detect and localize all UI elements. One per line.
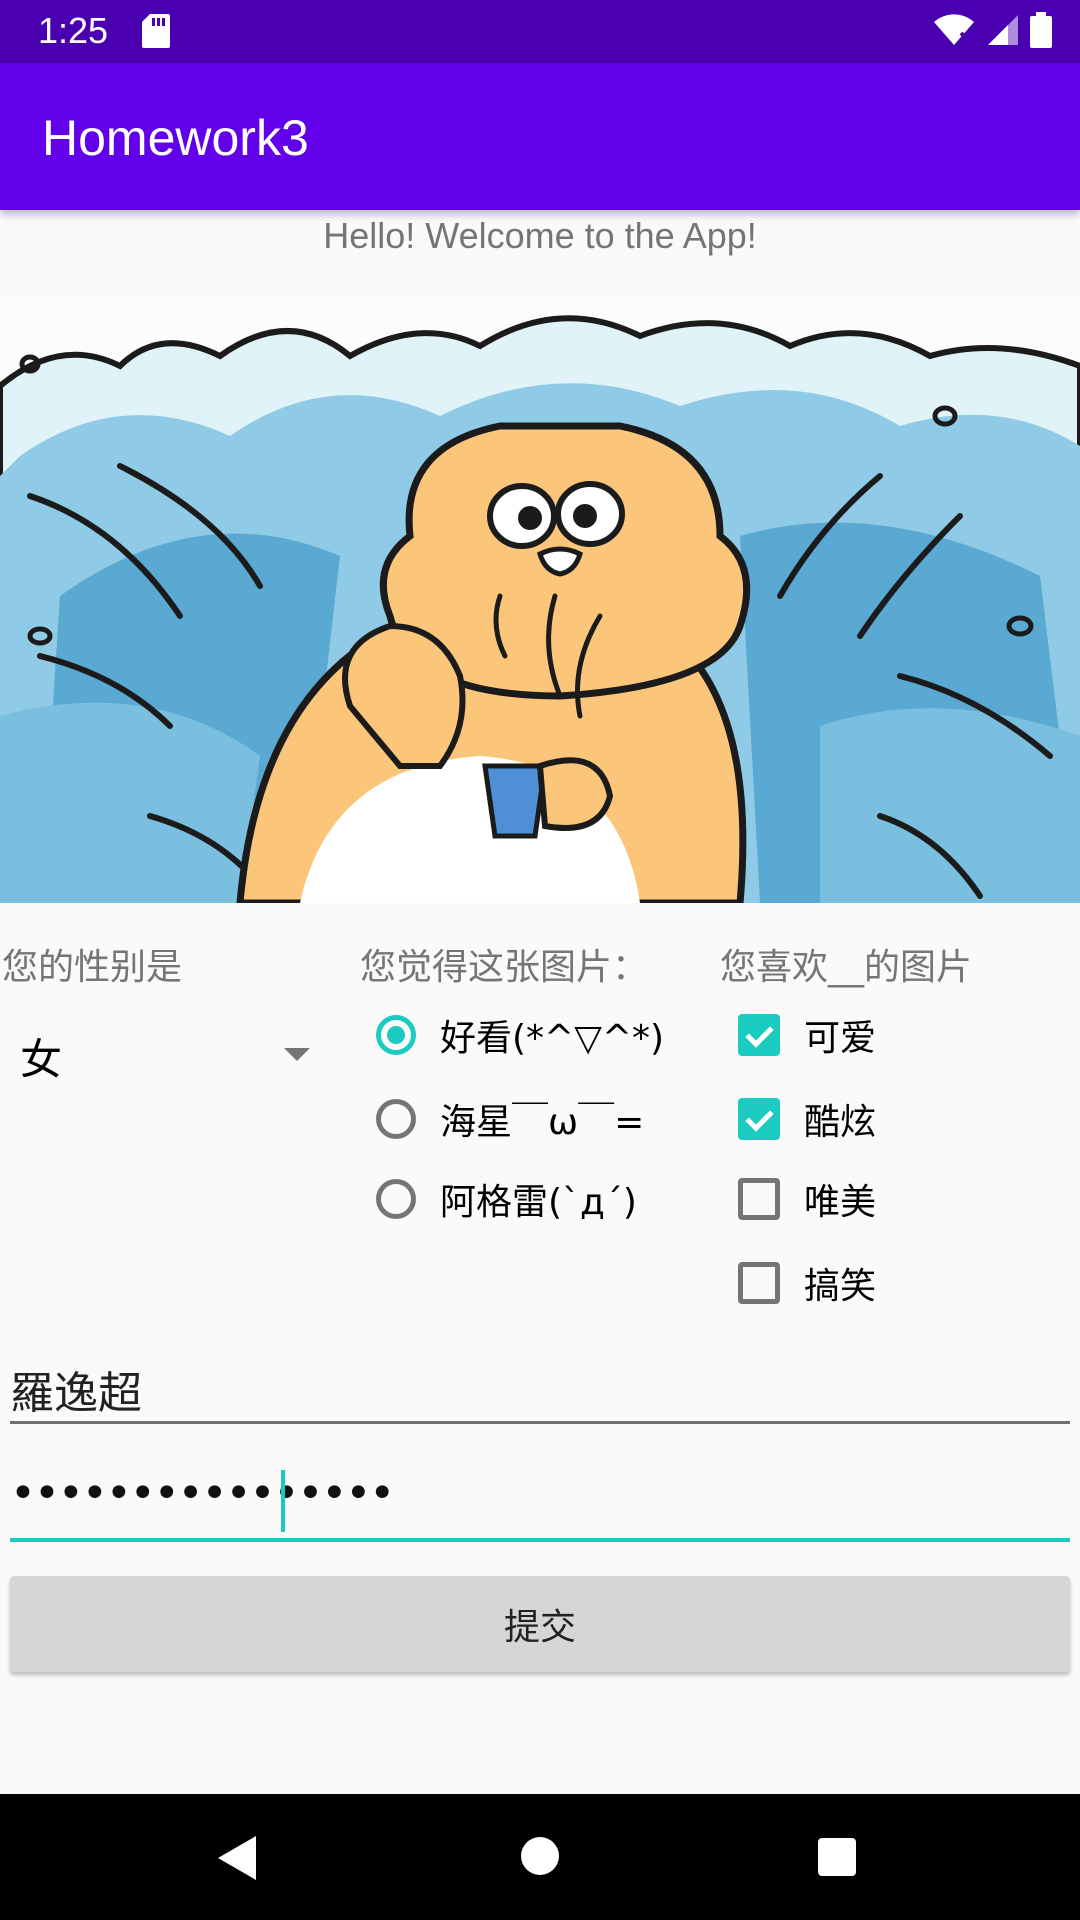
sd-card-icon [142, 14, 170, 52]
rating-option-label: 阿格雷(ˋдˊ) [440, 1182, 637, 1223]
navigation-bar [0, 1794, 1080, 1920]
like-option-label: 酷炫 [804, 1102, 877, 1143]
gender-label: 您的性别是 [2, 947, 183, 988]
name-input[interactable]: 羅逸超 [10, 1345, 1070, 1424]
checkbox-checked-icon[interactable] [738, 1098, 780, 1140]
password-input-value: •••••••••••••••• [10, 1468, 395, 1519]
name-input-value: 羅逸超 [10, 1368, 142, 1419]
password-input[interactable]: •••••••••••••••• [10, 1462, 1070, 1542]
like-option-label: 搞笑 [804, 1266, 877, 1307]
text-cursor [281, 1470, 285, 1532]
app-title: Homework3 [42, 110, 309, 166]
rating-option-label: 好看(*^▽^*) [440, 1018, 665, 1059]
rating-option-angry[interactable]: 阿格雷(ˋдˊ) [372, 1164, 637, 1234]
battery-icon [1030, 12, 1052, 52]
like-option-label: 唯美 [804, 1182, 877, 1223]
cartoon-hamster-image [0, 296, 1080, 903]
like-option-aesthetic[interactable]: 唯美 [734, 1164, 876, 1234]
rating-option-label: 海星￣ω￣= [440, 1102, 645, 1143]
rating-label: 您觉得这张图片： [360, 947, 649, 988]
like-option-label: 可爱 [804, 1018, 877, 1059]
back-icon[interactable] [218, 1836, 256, 1880]
rating-option-good[interactable]: 好看(*^▽^*) [372, 1000, 664, 1070]
checkbox-checked-icon[interactable] [738, 1014, 780, 1056]
signal-icon [986, 13, 1020, 51]
app-bar: Homework3 [0, 63, 1080, 210]
dropdown-arrow-icon [284, 1048, 310, 1061]
gender-spinner[interactable]: 女 [0, 1010, 320, 1090]
checkbox-unchecked-icon[interactable] [738, 1178, 780, 1220]
status-bar: 1:25 [0, 0, 1080, 63]
radio-unselected-icon[interactable] [376, 1099, 416, 1139]
likes-label: 您喜欢__的图片 [720, 947, 973, 988]
welcome-text: Hello! Welcome to the App! [323, 215, 757, 256]
like-option-cute[interactable]: 可爱 [734, 1000, 876, 1070]
submit-button[interactable]: 提交 [10, 1576, 1070, 1672]
radio-selected-icon[interactable] [376, 1015, 416, 1055]
like-option-cool[interactable]: 酷炫 [734, 1084, 876, 1154]
wifi-icon [932, 13, 976, 51]
gender-selected-value: 女 [20, 1035, 63, 1084]
rating-option-ok[interactable]: 海星￣ω￣= [372, 1084, 644, 1154]
checkbox-unchecked-icon[interactable] [738, 1262, 780, 1304]
radio-unselected-icon[interactable] [376, 1179, 416, 1219]
status-time: 1:25 [38, 10, 109, 51]
home-icon[interactable] [521, 1837, 559, 1875]
like-option-funny[interactable]: 搞笑 [734, 1248, 876, 1318]
recents-icon[interactable] [818, 1838, 856, 1876]
